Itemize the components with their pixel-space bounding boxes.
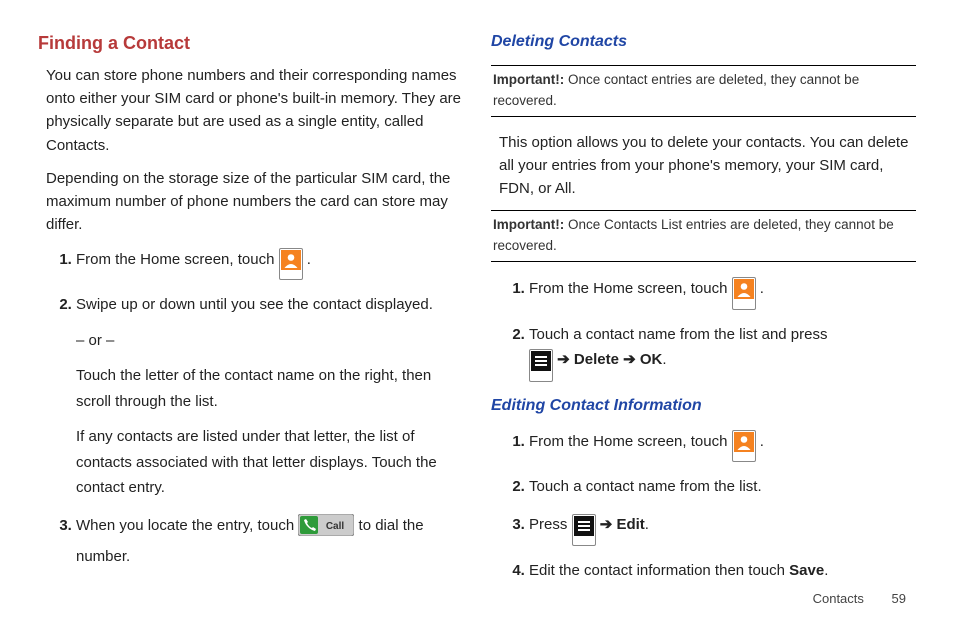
d1-text-b: .: [760, 280, 764, 297]
finding-step-3: When you locate the entry, touch Call to…: [76, 513, 463, 570]
step-text-end: .: [307, 251, 311, 268]
menu-icon: [572, 514, 596, 547]
footer-page-number: 59: [892, 591, 906, 606]
step2-line1: Swipe up or down until you see the conta…: [76, 296, 433, 313]
editing-steps: From the Home screen, touch . Touch a co…: [499, 429, 916, 584]
contacts-icon: [732, 430, 756, 463]
intro-paragraph-2: Depending on the storage size of the par…: [46, 167, 463, 237]
heading-editing-contact: Editing Contact Information: [491, 394, 916, 419]
call-button-icon: Call: [298, 514, 354, 545]
notice-label: Important!:: [493, 217, 564, 232]
editing-step-3: Press ➔ Edit.: [529, 512, 916, 547]
d2-text-a: Touch a contact name from the list and p…: [529, 326, 827, 343]
e4-end: .: [824, 562, 828, 579]
left-column: Finding a Contact You can store phone nu…: [38, 28, 463, 626]
finding-steps: From the Home screen, touch . Swipe up o…: [46, 247, 463, 570]
editing-step-2: Touch a contact name from the list.: [529, 474, 916, 500]
e4-text-a: Edit the contact information then touch: [529, 562, 789, 579]
contacts-icon: [279, 248, 303, 281]
menu-icon: [529, 349, 553, 382]
arrow-icon: ➔: [623, 351, 640, 368]
deleting-steps: From the Home screen, touch . Touch a co…: [499, 276, 916, 382]
editing-step-1: From the Home screen, touch .: [529, 429, 916, 463]
arrow-icon: ➔: [600, 516, 617, 533]
e1-text-a: From the Home screen, touch: [529, 433, 732, 450]
notice-label: Important!:: [493, 72, 564, 87]
d2-end: .: [662, 351, 666, 368]
page-footer: Contacts 59: [813, 591, 906, 606]
important-notice-1: Important!: Once contact entries are del…: [491, 65, 916, 117]
step2-line3: If any contacts are listed under that le…: [76, 424, 463, 501]
deleting-step-1: From the Home screen, touch .: [529, 276, 916, 310]
edit-label: Edit: [616, 516, 644, 533]
d1-text-a: From the Home screen, touch: [529, 280, 732, 297]
arrow-icon: ➔: [557, 351, 574, 368]
manual-page: Finding a Contact You can store phone nu…: [0, 0, 954, 636]
heading-deleting-contacts: Deleting Contacts: [491, 30, 916, 55]
finding-step-1: From the Home screen, touch .: [76, 247, 463, 281]
heading-finding-contact: Finding a Contact: [38, 30, 463, 58]
step2-line2: Touch the letter of the contact name on …: [76, 363, 463, 414]
e3-text-a: Press: [529, 516, 572, 533]
contacts-icon: [732, 277, 756, 310]
editing-step-4: Edit the contact information then touch …: [529, 558, 916, 584]
ok-label: OK: [640, 351, 663, 368]
delete-label: Delete: [574, 351, 619, 368]
e1-text-b: .: [760, 433, 764, 450]
important-notice-2: Important!: Once Contacts List entries a…: [491, 210, 916, 262]
footer-section: Contacts: [813, 591, 864, 606]
call-label: Call: [326, 521, 345, 532]
step3-text-a: When you locate the entry, touch: [76, 517, 298, 534]
delete-paragraph: This option allows you to delete your co…: [499, 131, 916, 201]
right-column: Deleting Contacts Important!: Once conta…: [491, 28, 916, 626]
step2-or: – or –: [76, 328, 463, 354]
save-label: Save: [789, 562, 824, 579]
e3-end: .: [645, 516, 649, 533]
deleting-step-2: Touch a contact name from the list and p…: [529, 322, 916, 382]
step-text: From the Home screen, touch: [76, 251, 279, 268]
intro-paragraph-1: You can store phone numbers and their co…: [46, 64, 463, 157]
finding-step-2: Swipe up or down until you see the conta…: [76, 292, 463, 501]
